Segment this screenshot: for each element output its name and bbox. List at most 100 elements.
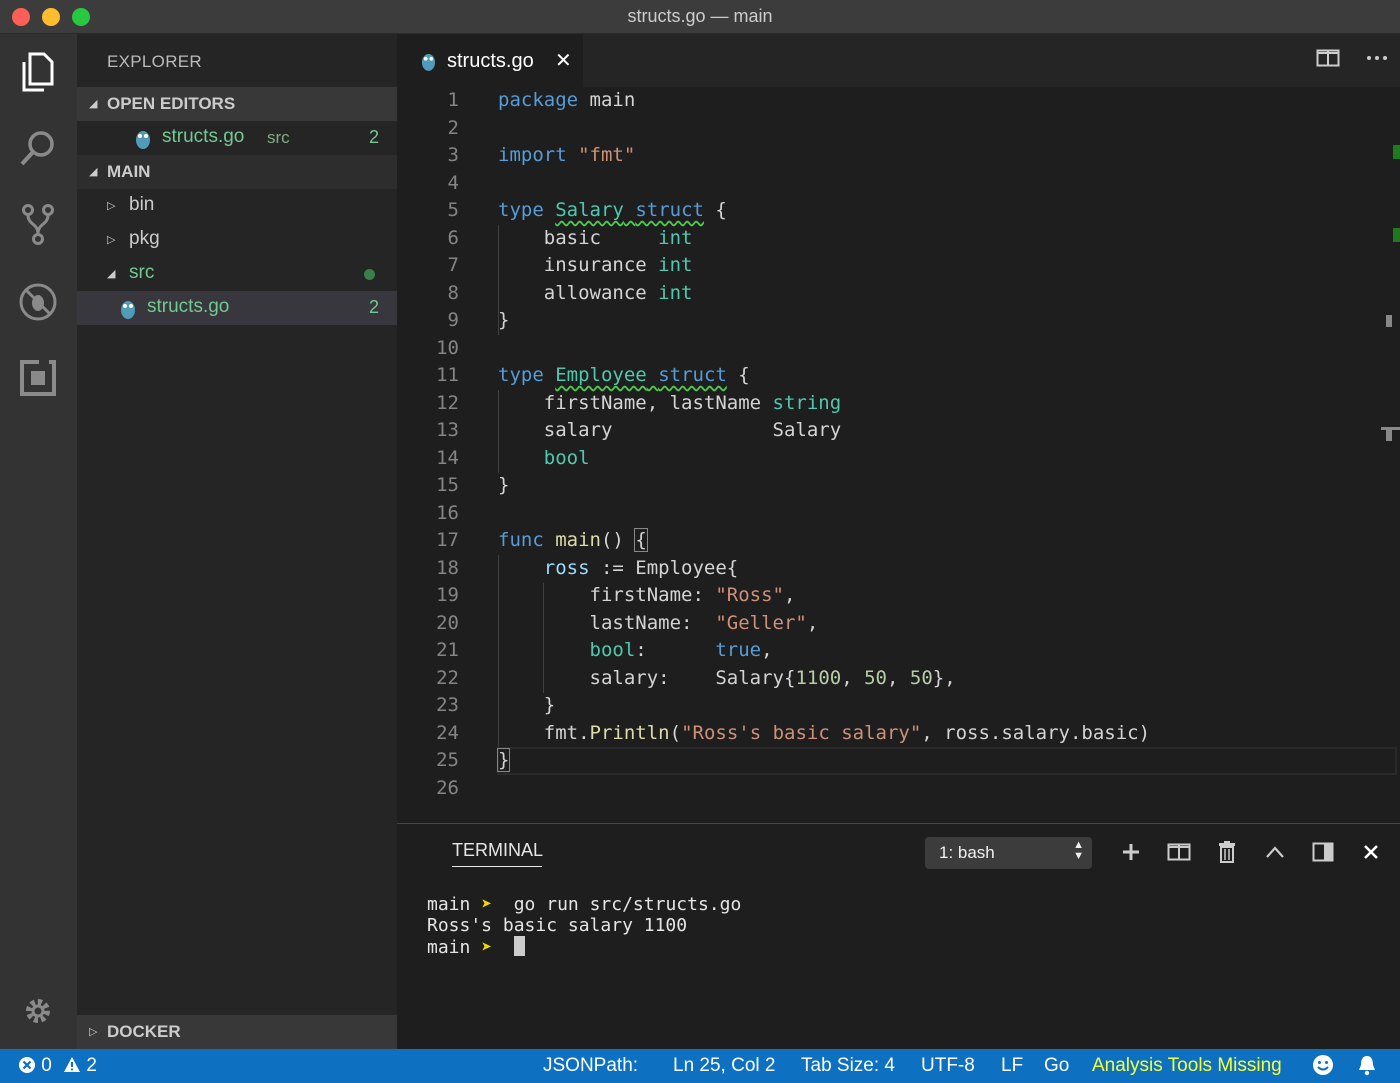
notifications-bell-icon[interactable] (1356, 1054, 1378, 1082)
new-terminal-icon[interactable] (1117, 838, 1145, 866)
kill-terminal-trash-icon[interactable] (1213, 838, 1241, 866)
maximize-panel-chevron-up-icon[interactable] (1261, 838, 1289, 866)
collapse-triangle-icon: ◢ (89, 166, 98, 178)
open-editors-label: OPEN EDITORS (107, 94, 236, 113)
tree-item-label: pkg (129, 228, 160, 249)
code-line: type Salary struct { (498, 199, 727, 221)
open-editors-section[interactable]: ◢ OPEN EDITORS (77, 87, 397, 121)
explorer-sidebar: EXPLORER ◢ OPEN EDITORS structs.go src 2… (77, 34, 397, 1049)
modified-dot-icon (364, 269, 375, 280)
code-line: type Employee struct { (498, 364, 750, 386)
prompt-dir: main (427, 937, 471, 958)
warning-icon (64, 1057, 81, 1072)
docker-section[interactable]: ▷ DOCKER (77, 1015, 397, 1049)
code-line: salary: Salary{1100, 50, 50}, (589, 667, 956, 689)
search-icon[interactable] (16, 126, 60, 170)
line-number-text: 26 (436, 777, 459, 799)
title-bar: structs.go — main (0, 0, 1400, 34)
tree-item-pkg[interactable]: ▷ pkg (77, 223, 397, 257)
code-editor[interactable]: 1 2 3 4 5 6 7 8 9 10 11 12 13 14 15 16 17 18 19 20 21 22 23 24 2… (397, 87, 1400, 823)
split-editor-icon[interactable] (1316, 48, 1340, 68)
tab-size-status[interactable]: Tab Size: 4 (801, 1055, 895, 1077)
code-line: ross := Employee{ (543, 557, 739, 579)
scrollbar-marker (1386, 315, 1392, 327)
code-line: } (496, 748, 511, 772)
tab-structs-go[interactable]: structs.go ✕ (397, 34, 583, 87)
tab-close-icon[interactable]: ✕ (555, 48, 572, 73)
code-line: func main() { (498, 528, 648, 552)
terminal-selector-value: 1: bash (939, 843, 995, 862)
go-file-icon (121, 301, 135, 319)
problems-badge: 2 (368, 127, 379, 147)
line-number-text: 2 (447, 116, 459, 139)
line-number: 4 (397, 170, 1400, 198)
editor-tab-bar: structs.go ✕ (397, 34, 1400, 87)
open-editor-filename: structs.go (162, 126, 245, 147)
problems-status[interactable]: 0 2 (18, 1055, 97, 1077)
more-actions-icon[interactable] (1366, 48, 1388, 68)
terminal-cursor (513, 936, 525, 956)
docker-label: DOCKER (107, 1022, 181, 1041)
line-number: 16 (397, 500, 1400, 528)
line-number-text: 16 (436, 501, 459, 524)
encoding-status[interactable]: UTF-8 (921, 1055, 975, 1077)
open-editor-item[interactable]: structs.go src 2 (77, 121, 397, 155)
extensions-icon[interactable] (16, 356, 60, 400)
status-bar: 0 2 JSONPath: Ln 25, Col 2 Tab Size: 4 U… (0, 1049, 1400, 1083)
tree-item-src[interactable]: ◢ src (77, 257, 397, 291)
terminal-output[interactable]: main ➤ go run src/structs.go Ross's basi… (427, 894, 741, 958)
code-line: bool: true, (589, 639, 773, 661)
expand-triangle-icon: ▷ (107, 200, 116, 212)
line-number-text: 10 (436, 336, 459, 359)
settings-gear-icon[interactable] (16, 989, 60, 1033)
code-line: } (498, 474, 510, 496)
jsonpath-status[interactable]: JSONPath: (543, 1055, 638, 1077)
code-line: salary Salary (543, 419, 842, 441)
code-line: allowance int (543, 282, 693, 304)
activity-bar (0, 34, 77, 1049)
source-control-icon[interactable] (16, 202, 60, 246)
close-panel-icon[interactable] (1357, 838, 1385, 866)
collapse-triangle-icon: ◢ (89, 98, 98, 110)
toggle-panel-position-icon[interactable] (1309, 838, 1337, 866)
select-arrows-icon: ▲ ▼ (1073, 839, 1084, 862)
prompt-arrow-icon: ➤ (481, 894, 493, 915)
cursor-position-status[interactable]: Ln 25, Col 2 (673, 1055, 775, 1077)
tab-terminal[interactable]: TERMINAL (452, 840, 543, 867)
line-number: 26 (397, 775, 1400, 803)
split-terminal-icon[interactable] (1165, 838, 1193, 866)
line-number: 10 (397, 335, 1400, 363)
code-line: firstName, lastName string (543, 392, 842, 414)
expand-triangle-icon: ▷ (107, 234, 116, 246)
terminal-selector[interactable]: 1: bash ▲ ▼ (925, 837, 1092, 869)
code-line: } (543, 694, 556, 716)
open-editor-folder: src (267, 128, 290, 147)
line-number-text: 4 (447, 171, 459, 194)
tree-item-label: bin (129, 194, 155, 215)
warning-count: 2 (86, 1055, 97, 1076)
eol-status[interactable]: LF (1001, 1055, 1023, 1077)
language-mode-status[interactable]: Go (1044, 1055, 1069, 1077)
go-file-icon (136, 131, 150, 149)
code-line: bool (543, 447, 590, 469)
scrollbar-change-marker (1393, 145, 1400, 159)
main-folder-section[interactable]: ◢ MAIN (77, 155, 397, 189)
tree-item-label: src (129, 262, 155, 283)
code-line: insurance int (543, 254, 693, 276)
debug-icon[interactable] (16, 280, 60, 324)
line-number: 2 (397, 115, 1400, 143)
code-line: basic int (543, 227, 693, 249)
prompt-arrow-icon: ➤ (481, 937, 493, 958)
expand-triangle-icon: ▷ (89, 1026, 98, 1038)
explorer-icon[interactable] (16, 50, 60, 94)
prompt-dir: main (427, 894, 471, 915)
tree-item-structs-go[interactable]: structs.go 2 (77, 291, 397, 325)
analysis-tools-missing-status[interactable]: Analysis Tools Missing (1092, 1055, 1282, 1077)
main-folder-label: MAIN (107, 162, 151, 181)
code-line: firstName: "Ross", (589, 584, 796, 606)
code-line: lastName: "Geller", (589, 612, 819, 634)
tree-item-bin[interactable]: ▷ bin (77, 189, 397, 223)
tree-item-label: structs.go (147, 296, 230, 317)
feedback-smiley-icon[interactable] (1312, 1054, 1334, 1082)
problems-badge: 2 (368, 297, 379, 317)
